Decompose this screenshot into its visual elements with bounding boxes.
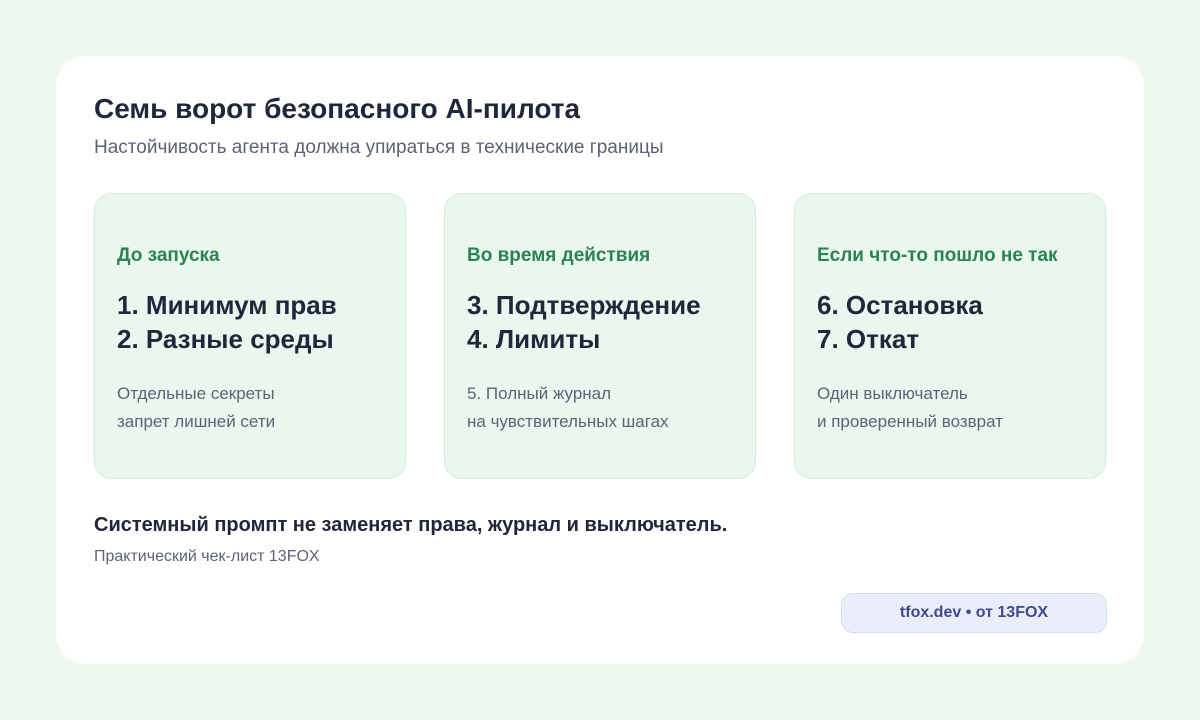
gate-item: 4. Лимиты [467,324,601,354]
column-heading: Во время действия [467,245,651,266]
footer-caption: Практический чек-лист 13FOX [94,548,320,565]
column-items: 3. Подтверждение 4. Лимиты [467,288,701,356]
column-during-action: Во время действия 3. Подтверждение 4. Ли… [444,193,756,479]
note-line: Один выключатель [817,384,968,403]
column-note: Отдельные секреты запрет лишней сети [117,380,275,436]
column-items: 6. Остановка 7. Откат [817,288,983,356]
site-badge: tfox.dev • от 13FOX [841,593,1107,633]
column-before-launch: До запуска 1. Минимум прав 2. Разные сре… [94,193,406,479]
note-line: и проверенный возврат [817,412,1004,431]
column-heading: Если что-то пошло не так [817,245,1058,266]
summary-statement: Системный промпт не заменяет права, журн… [94,514,728,536]
column-items: 1. Минимум прав 2. Разные среды [117,288,337,356]
note-line: на чувствительных шагах [467,412,669,431]
gate-item: 1. Минимум прав [117,290,337,320]
gate-item: 3. Подтверждение [467,290,701,320]
column-note: Один выключатель и проверенный возврат [817,380,1003,436]
gate-item: 6. Остановка [817,290,983,320]
note-line: запрет лишней сети [117,412,276,431]
gate-item: 7. Откат [817,324,920,354]
column-note: 5. Полный журнал на чувствительных шагах [467,380,669,436]
column-if-wrong: Если что-то пошло не так 6. Остановка 7.… [794,193,1106,479]
column-heading: До запуска [117,245,220,266]
note-line: 5. Полный журнал [467,384,612,403]
gate-item: 2. Разные среды [117,324,334,354]
note-line: Отдельные секреты [117,384,275,403]
page-subtitle: Настойчивость агента должна упираться в … [94,137,664,158]
page-title: Семь ворот безопасного AI-пилота [94,93,581,124]
main-card: Семь ворот безопасного AI-пилота Настойч… [56,56,1144,664]
page-background: Семь ворот безопасного AI-пилота Настойч… [0,0,1200,720]
